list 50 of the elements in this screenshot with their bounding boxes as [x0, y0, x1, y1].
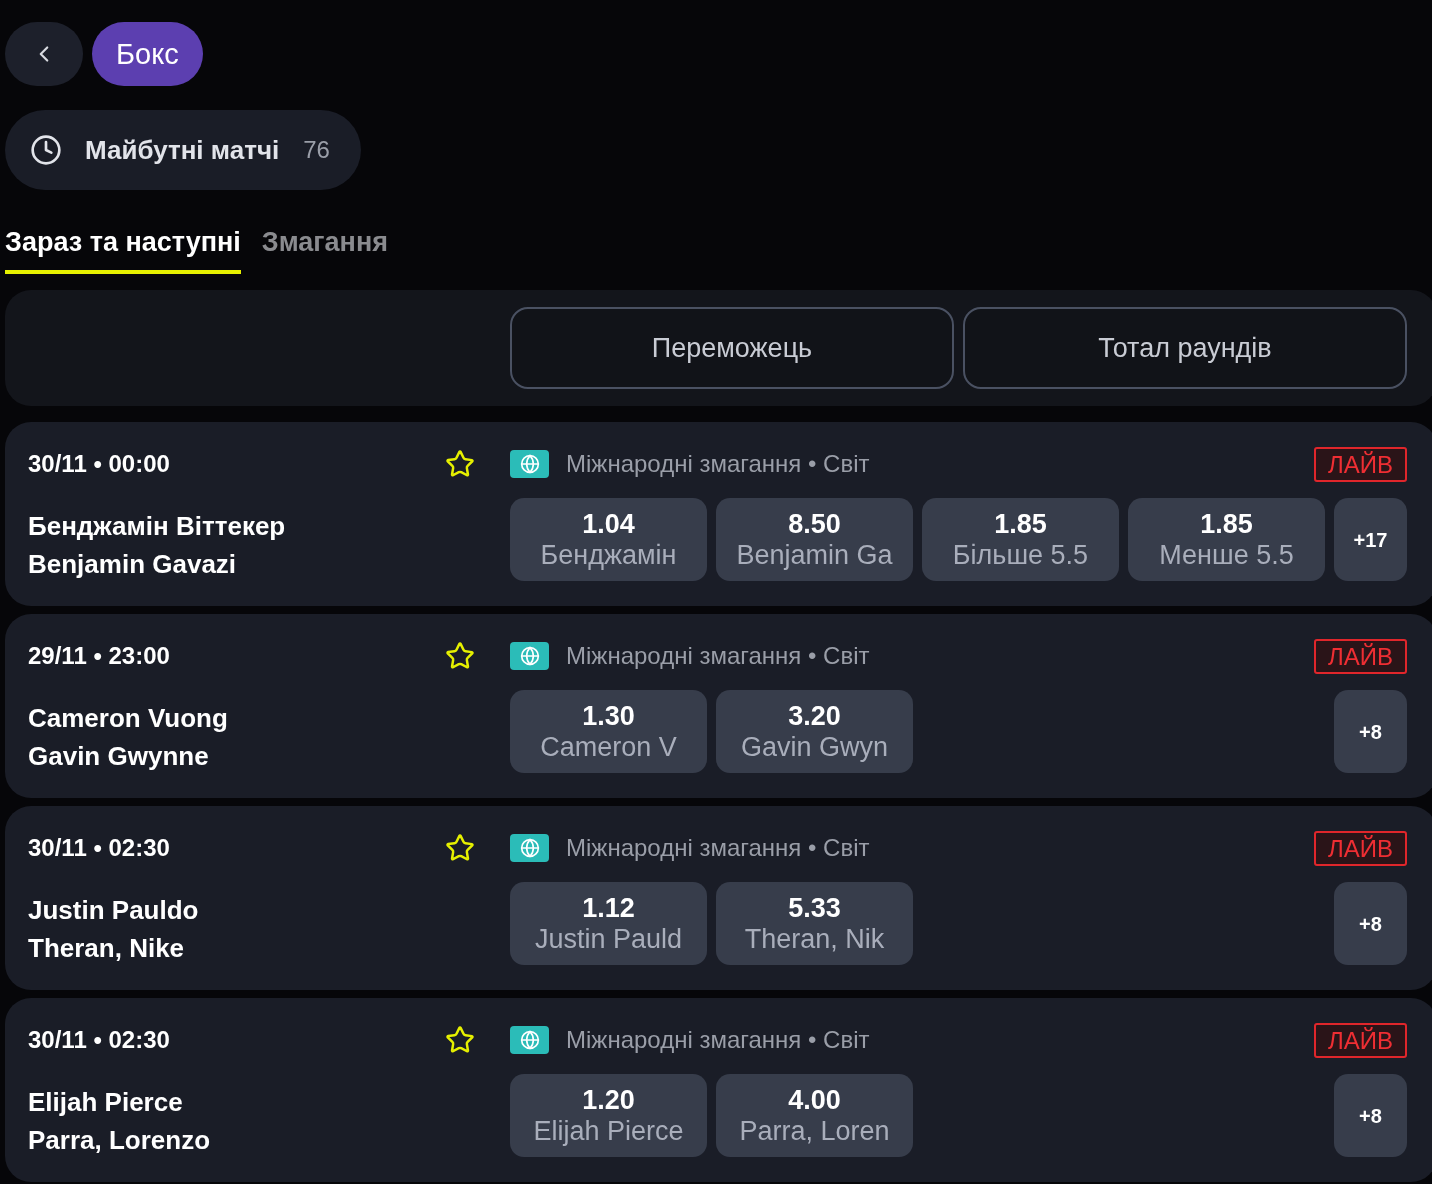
- upcoming-matches-button[interactable]: Майбутні матчі 76: [5, 110, 361, 190]
- more-markets-button[interactable]: +8: [1334, 882, 1407, 965]
- globe-icon: [510, 642, 549, 670]
- competitor-name: Parra, Lorenzo: [28, 1124, 212, 1157]
- competitor-name: Elijah Pierce: [28, 1086, 184, 1119]
- market-tab[interactable]: Переможець: [510, 307, 954, 389]
- odds-button[interactable]: 1.85 Більше 5.5: [922, 498, 1119, 581]
- favorite-star-icon[interactable]: [445, 833, 475, 863]
- match-date-time: 30/11 • 02:30: [28, 1025, 170, 1055]
- globe-icon: [510, 834, 549, 862]
- match-count: 76: [303, 135, 330, 165]
- clock-icon: [30, 134, 62, 166]
- live-badge: ЛАЙВ: [1314, 446, 1407, 482]
- league-name: Міжнародні змагання • Світ: [566, 641, 870, 671]
- more-markets-button[interactable]: +8: [1334, 690, 1407, 773]
- odds-button[interactable]: 1.04 Бенджамін: [510, 498, 707, 581]
- league-name: Міжнародні змагання • Світ: [566, 449, 870, 479]
- tab[interactable]: Змагання: [261, 226, 388, 274]
- league-name: Міжнародні змагання • Світ: [566, 833, 870, 863]
- more-markets-button[interactable]: +17: [1334, 498, 1407, 581]
- match-date-time: 29/11 • 23:00: [28, 641, 170, 671]
- globe-icon: [510, 1026, 549, 1054]
- globe-icon: [510, 450, 549, 478]
- competitor-name: Justin Pauldo: [28, 894, 200, 927]
- favorite-star-icon[interactable]: [445, 1025, 475, 1055]
- more-markets-button[interactable]: +8: [1334, 1074, 1407, 1157]
- odds-button[interactable]: 4.00 Parra, Loren: [716, 1074, 913, 1157]
- competitor-name: Cameron Vuong: [28, 702, 229, 735]
- live-badge: ЛАЙВ: [1314, 1022, 1407, 1058]
- favorite-star-icon[interactable]: [445, 449, 475, 479]
- live-badge: ЛАЙВ: [1314, 830, 1407, 866]
- odds-button[interactable]: 1.20 Elijah Pierce: [510, 1074, 707, 1157]
- match-date-time: 30/11 • 00:00: [28, 449, 170, 479]
- competitor-name: Бенджамін Віттекер: [28, 510, 287, 543]
- odds-button[interactable]: 8.50 Benjamin Ga: [716, 498, 913, 581]
- favorite-star-icon[interactable]: [445, 641, 475, 671]
- league-name: Міжнародні змагання • Світ: [566, 1025, 870, 1055]
- competitor-name: Gavin Gwynne: [28, 740, 210, 773]
- market-tab[interactable]: Тотал раундів: [963, 307, 1407, 389]
- sport-title: Бокс: [92, 22, 203, 86]
- odds-button[interactable]: 3.20 Gavin Gwyn: [716, 690, 913, 773]
- odds-button[interactable]: 1.12 Justin Pauld: [510, 882, 707, 965]
- odds-button[interactable]: 1.30 Cameron V: [510, 690, 707, 773]
- odds-button[interactable]: 5.33 Theran, Nik: [716, 882, 913, 965]
- competitor-name: Theran, Nike: [28, 932, 186, 965]
- competitor-name: Benjamin Gavazi: [28, 548, 238, 581]
- odds-button[interactable]: 1.85 Менше 5.5: [1128, 498, 1325, 581]
- live-badge: ЛАЙВ: [1314, 638, 1407, 674]
- match-date-time: 30/11 • 02:30: [28, 833, 170, 863]
- tab[interactable]: Зараз та наступні: [5, 226, 241, 274]
